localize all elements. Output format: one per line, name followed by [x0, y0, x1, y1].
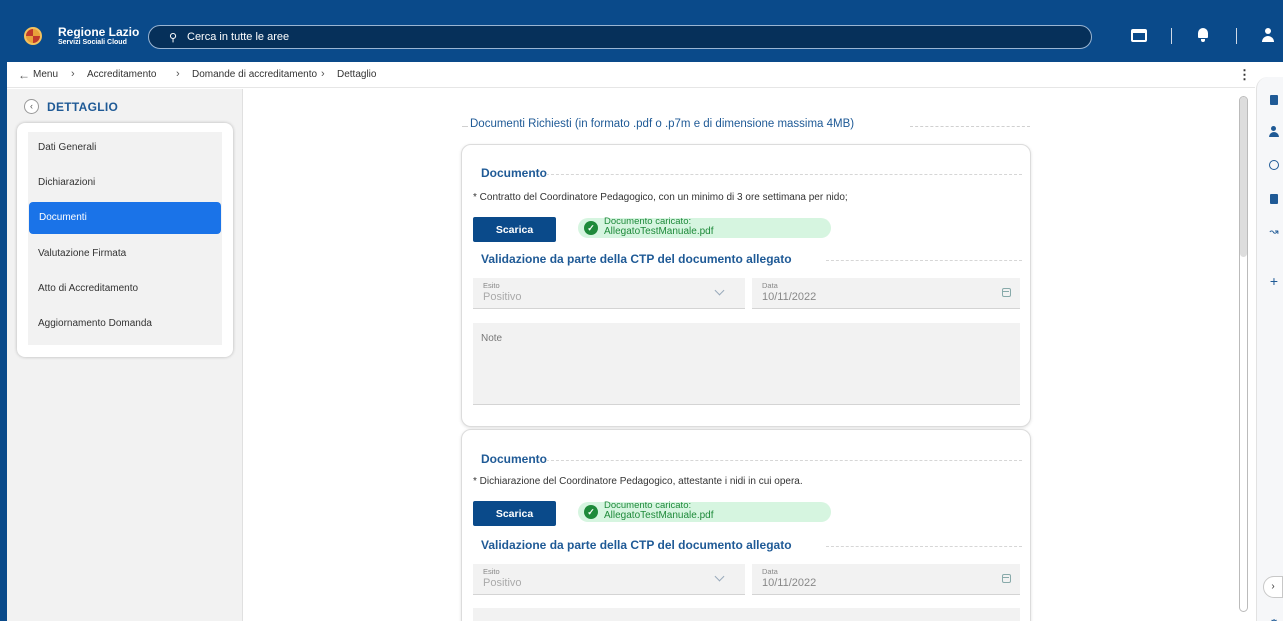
breadcrumb-separator: › — [321, 68, 325, 80]
app-header: Regione Lazio Servizi Sociali Cloud ⚲ — [0, 0, 1283, 62]
frame-border — [0, 62, 7, 621]
validation-title: Validazione da parte della CTP del docum… — [481, 538, 792, 552]
divider — [546, 174, 1022, 175]
note-textarea[interactable] — [473, 608, 1020, 621]
sidebar-item-valutazione-firmata[interactable]: Valutazione Firmata — [28, 238, 222, 270]
calendar-icon[interactable] — [1002, 288, 1011, 297]
data-field[interactable]: Data 10/11/2022 — [752, 564, 1020, 595]
sidebar-item-dichiarazioni[interactable]: Dichiarazioni — [28, 167, 222, 199]
sidebar-menu-list: Dati Generali Dichiarazioni Documenti Va… — [28, 132, 222, 345]
document-description: * Contratto del Coordinatore Pedagogico,… — [473, 192, 848, 203]
chevron-left-icon[interactable]: ‹ — [24, 99, 39, 114]
more-vertical-icon[interactable]: ⋮ — [1238, 67, 1251, 83]
sidebar-item-dati-generali[interactable]: Dati Generali — [28, 132, 222, 164]
divider — [546, 460, 1022, 461]
esito-select[interactable]: Esito Positivo — [473, 564, 745, 595]
search-icon: ⚲ — [169, 32, 178, 44]
breadcrumb-item-dettaglio: Dettaglio — [337, 69, 377, 80]
document-card: Documento * Dichiarazione del Coordinato… — [461, 429, 1031, 621]
note-textarea[interactable]: Note — [473, 323, 1020, 405]
sidebar-item-documenti[interactable]: Documenti — [29, 202, 221, 234]
note-label: Note — [481, 333, 503, 344]
check-circle-icon: ✓ — [584, 505, 598, 519]
calculator-icon[interactable] — [1270, 95, 1278, 105]
divider — [826, 260, 1022, 261]
data-field[interactable]: Data 10/11/2022 — [752, 278, 1020, 309]
esito-select[interactable]: Esito Positivo — [473, 278, 745, 309]
breadcrumb-item-accreditamento[interactable]: Accreditamento — [87, 69, 156, 80]
arrow-left-icon[interactable]: ← — [18, 68, 30, 82]
breadcrumb-separator: › — [71, 68, 75, 80]
validation-title: Validazione da parte della CTP del docum… — [481, 252, 792, 266]
data-value: 10/11/2022 — [762, 291, 817, 303]
divider — [826, 546, 1022, 547]
book-icon[interactable] — [1270, 194, 1278, 204]
chevron-right-icon[interactable]: › — [1263, 576, 1283, 598]
download-button[interactable]: Scarica — [473, 217, 556, 242]
search-input[interactable] — [187, 29, 1067, 45]
chevron-down-icon — [714, 571, 725, 582]
sidebar-item-aggiornamento-domanda[interactable]: Aggiornamento Domanda — [28, 308, 222, 340]
search-bar[interactable]: ⚲ — [148, 25, 1092, 49]
sidebar-menu: Dati Generali Dichiarazioni Documenti Va… — [17, 123, 233, 357]
trend-icon[interactable]: ↝ — [1269, 227, 1279, 238]
download-button[interactable]: Scarica — [473, 501, 556, 526]
data-label: Data — [762, 281, 778, 290]
esito-value: Positivo — [483, 577, 522, 589]
section-title: Documenti Richiesti (in formato .pdf o .… — [470, 118, 855, 130]
right-toolbar: ↝ + ☯ ⚙ — [1256, 77, 1283, 621]
check-circle-icon: ✓ — [584, 221, 598, 235]
header-divider — [1171, 28, 1172, 44]
document-title: Documento — [481, 166, 547, 180]
people-icon[interactable] — [1269, 126, 1279, 137]
breadcrumb-item-menu[interactable]: Menu — [33, 69, 58, 80]
sidebar-title: DETTAGLIO — [47, 100, 119, 114]
scrollbar-thumb[interactable] — [1240, 97, 1247, 257]
regione-lazio-logo[interactable] — [24, 27, 42, 45]
esito-label: Esito — [483, 567, 500, 576]
document-title: Documento — [481, 452, 547, 466]
status-badge: ✓ Documento caricato: AllegatoTestManual… — [578, 500, 831, 522]
sidebar: ‹ DETTAGLIO Dati Generali Dichiarazioni … — [7, 89, 243, 621]
history-icon[interactable] — [1269, 160, 1279, 170]
sidebar-item-atto-accreditamento[interactable]: Atto di Accreditamento — [28, 273, 222, 305]
data-value: 10/11/2022 — [762, 577, 817, 589]
divider — [462, 126, 468, 127]
file-name: AllegatoTestManuale.pdf — [604, 226, 714, 237]
document-description: * Dichiarazione del Coordinatore Pedagog… — [473, 476, 803, 487]
calendar-icon[interactable] — [1002, 574, 1011, 583]
user-icon[interactable] — [1262, 28, 1274, 42]
breadcrumb-item-domande[interactable]: Domande di accreditamento — [192, 69, 317, 80]
plus-icon[interactable]: + — [1269, 274, 1279, 288]
brand-subtitle: Servizi Sociali Cloud — [58, 39, 127, 46]
bell-icon[interactable] — [1197, 28, 1209, 42]
breadcrumb: ← Menu › Accreditamento › Domande di acc… — [7, 62, 1255, 88]
esito-value: Positivo — [483, 291, 522, 303]
breadcrumb-separator: › — [176, 68, 180, 80]
header-divider — [1236, 28, 1237, 44]
divider — [910, 126, 1030, 127]
chevron-down-icon — [714, 285, 725, 296]
data-label: Data — [762, 567, 778, 576]
brand-title: Regione Lazio — [58, 25, 140, 39]
esito-label: Esito — [483, 281, 500, 290]
file-name: AllegatoTestManuale.pdf — [604, 510, 714, 521]
document-card: Documento * Contratto del Coordinatore P… — [461, 144, 1031, 427]
status-badge: ✓ Documento caricato: AllegatoTestManual… — [578, 216, 831, 238]
window-icon[interactable] — [1131, 29, 1147, 42]
